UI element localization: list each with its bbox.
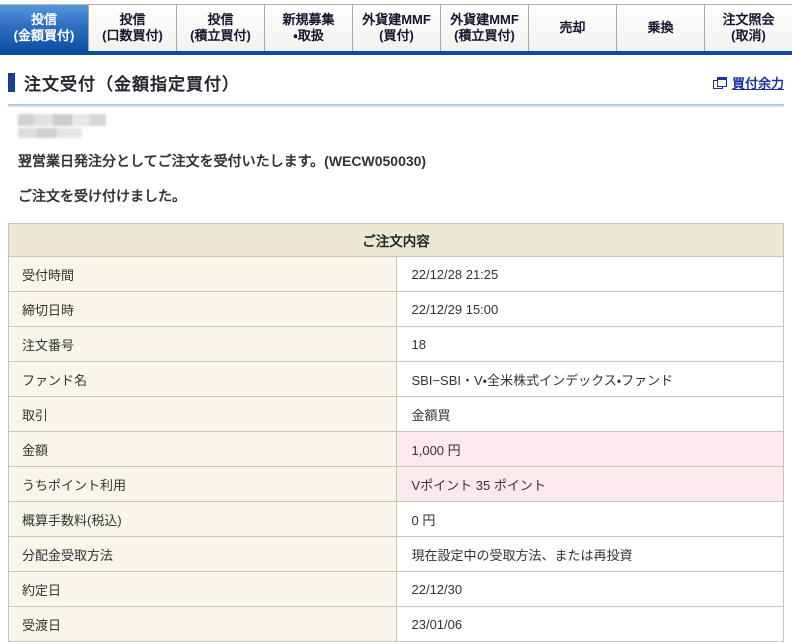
row-label: 取引 [9, 397, 397, 432]
table-title: ご注文内容 [9, 224, 784, 257]
row-label: 受渡日 [9, 607, 397, 642]
tab-toushin-tsumitate-kaitsuke[interactable]: 投信 (積立買付) [176, 5, 264, 51]
row-label: ファンド名 [9, 362, 397, 397]
tab-gaika-mmf-kaitsuke[interactable]: 外貨建MMF (買付) [352, 5, 440, 51]
table-row-ukewatashibi: 受渡日 23/01/06 [9, 607, 784, 642]
title-accent-bar [8, 73, 15, 92]
tab-norikae[interactable]: 乗換 [616, 5, 704, 51]
row-value: 0 円 [396, 502, 784, 537]
page-header: 注文受付（金額指定買付） 買付余力 [0, 55, 792, 107]
row-value: 22/12/29 15:00 [396, 292, 784, 327]
table-row-yakujobi: 約定日 22/12/30 [9, 572, 784, 607]
tab-label: 乗換 [647, 20, 673, 36]
redacted-line [18, 114, 106, 126]
row-value: 1,000 円 [396, 432, 784, 467]
row-label: うちポイント利用 [9, 467, 397, 502]
table-row-shimekiri-nichiji: 締切日時 22/12/29 15:00 [9, 292, 784, 327]
table-row-gaisan-tesuryo: 概算手数料(税込) 0 円 [9, 502, 784, 537]
row-label: 受付時間 [9, 257, 397, 292]
row-value: 18 [396, 327, 784, 362]
row-value: 22/12/30 [396, 572, 784, 607]
tab-label: 外貨建MMF (積立買付) [450, 12, 519, 44]
new-window-icon [713, 77, 727, 89]
row-label: 金額 [9, 432, 397, 467]
page-title: 注文受付（金額指定買付） [24, 70, 240, 95]
tab-toushin-kingaku-kaitsuke[interactable]: 投信 (金額買付) [0, 5, 88, 51]
tab-label: 投信 (金額買付) [14, 12, 75, 44]
row-value: 金額買 [396, 397, 784, 432]
row-label: 概算手数料(税込) [9, 502, 397, 537]
table-row-torihiki: 取引 金額買 [9, 397, 784, 432]
tab-toushin-kuchisu-kaitsuke[interactable]: 投信 (口数買付) [88, 5, 176, 51]
row-value: 現在設定中の受取方法、または再投資 [396, 537, 784, 572]
buying-power-link[interactable]: 買付余力 [713, 73, 784, 92]
tab-shinki-boshu-toriatsukai[interactable]: 新規募集 ・取扱 [264, 5, 352, 51]
row-label: 約定日 [9, 572, 397, 607]
buying-power-link-label: 買付余力 [732, 73, 784, 92]
order-receipt-message: 翌営業日発注分としてご注文を受付いたします。(WECW050030) [0, 151, 792, 171]
table-row-uketsuke-jikan: 受付時間 22/12/28 21:25 [9, 257, 784, 292]
tab-label: 売却 [559, 20, 585, 36]
row-value: 23/01/06 [396, 607, 784, 642]
tab-chumon-shokai-torikeshi[interactable]: 注文照会 (取消) [704, 5, 792, 51]
redacted-account-info [18, 114, 792, 138]
order-accepted-message: ご注文を受け付けました。 [0, 186, 792, 206]
row-label: 分配金受取方法 [9, 537, 397, 572]
tab-label: 投信 (口数買付) [102, 12, 163, 44]
tab-label: 外貨建MMF (買付) [362, 12, 431, 44]
table-row-chumon-bango: 注文番号 18 [9, 327, 784, 362]
tab-label: 注文照会 (取消) [722, 12, 774, 44]
tab-bar: 投信 (金額買付) 投信 (口数買付) 投信 (積立買付) 新規募集 ・取扱 外… [0, 4, 792, 51]
table-row-bunpaikin-uketori: 分配金受取方法 現在設定中の受取方法、または再投資 [9, 537, 784, 572]
tab-gaika-mmf-tsumitate[interactable]: 外貨建MMF (積立買付) [440, 5, 528, 51]
row-value: 22/12/28 21:25 [396, 257, 784, 292]
table-row-kingaku: 金額 1,000 円 [9, 432, 784, 467]
title-divider [8, 104, 784, 107]
table-row-fund-mei: ファンド名 SBI−SBI・V・全米株式インデックス・ファンド [9, 362, 784, 397]
row-label: 締切日時 [9, 292, 397, 327]
tab-label: 新規募集 ・取扱 [282, 12, 334, 44]
row-label: 注文番号 [9, 327, 397, 362]
table-title-row: ご注文内容 [9, 224, 784, 257]
order-details-table: ご注文内容 受付時間 22/12/28 21:25 締切日時 22/12/29 … [8, 223, 784, 642]
tab-label: 投信 (積立買付) [190, 12, 251, 44]
row-value: Vポイント 35 ポイント [396, 467, 784, 502]
tab-baikyaku[interactable]: 売却 [528, 5, 616, 51]
table-row-point-riyo: うちポイント利用 Vポイント 35 ポイント [9, 467, 784, 502]
row-value: SBI−SBI・V・全米株式インデックス・ファンド [396, 362, 784, 397]
redacted-line [18, 128, 82, 138]
